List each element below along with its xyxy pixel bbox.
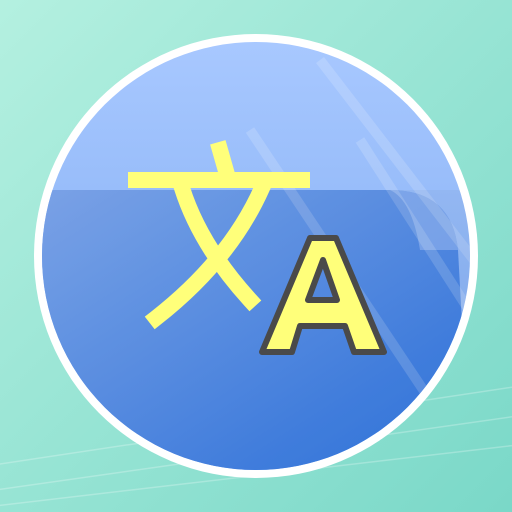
translate-app-icon[interactable]: [0, 0, 512, 512]
translate-icon: [34, 34, 478, 478]
